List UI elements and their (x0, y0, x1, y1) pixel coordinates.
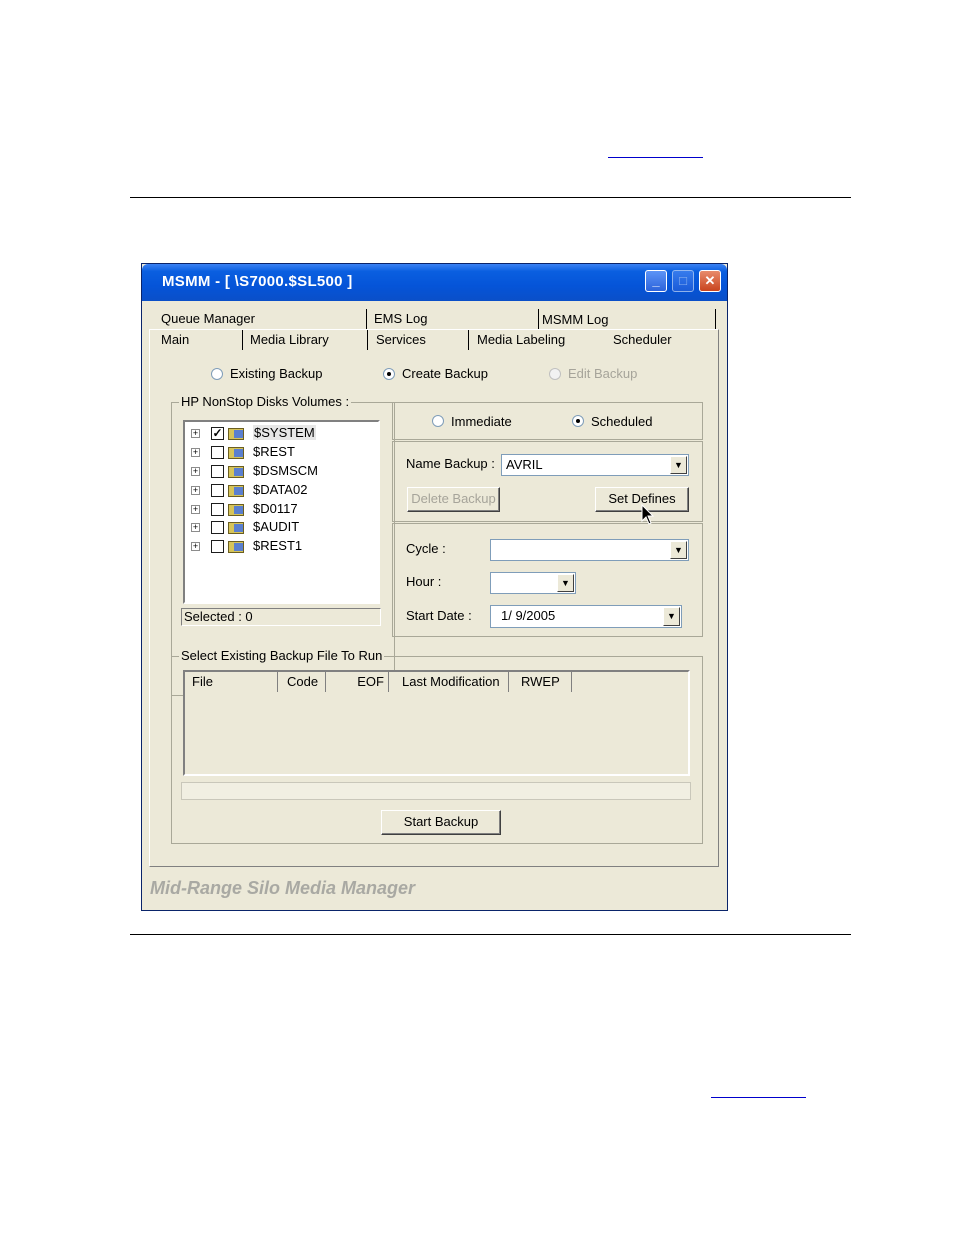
expand-icon[interactable]: + (191, 486, 200, 495)
disk-volume-icon (228, 522, 244, 534)
checkbox[interactable] (211, 521, 224, 534)
immediate-label: Immediate (451, 414, 512, 429)
volumes-group-title: HP NonStop Disks Volumes : (179, 394, 352, 409)
column-header-last-modification[interactable]: Last Modification (389, 672, 509, 692)
expand-icon[interactable]: + (191, 448, 200, 457)
name-backup-value: AVRIL (506, 457, 543, 472)
hour-combo[interactable]: ▼ (490, 572, 576, 594)
disk-volume-icon (228, 447, 244, 459)
tab-separator (715, 309, 716, 329)
checkbox[interactable] (211, 446, 224, 459)
tree-item-label: $SYSTEM (253, 425, 316, 440)
tree-item-label: $D0117 (253, 501, 298, 516)
tree-item-audit[interactable]: + $AUDIT (191, 519, 371, 537)
column-header-empty (572, 672, 688, 692)
tab-separator (366, 309, 367, 329)
disk-volume-icon (228, 504, 244, 516)
checkbox-checked[interactable]: ✓ (211, 427, 224, 440)
disk-volume-icon (228, 466, 244, 478)
start-date-value: 1/ 9/2005 (501, 608, 556, 623)
cycle-label: Cycle : (406, 541, 446, 556)
tree-item-label: $REST (253, 444, 295, 459)
title-bar[interactable]: MSMM - [ \S7000.$SL500 ] _ □ ✕ (142, 264, 727, 301)
window-title: MSMM - [ \S7000.$SL500 ] (162, 273, 353, 290)
volumes-tree[interactable]: + ✓ $SYSTEM + $REST + $DSMSCM + $DATA02 … (183, 420, 380, 604)
scheduled-label: Scheduled (591, 414, 653, 429)
dropdown-arrow-icon[interactable]: ▼ (670, 456, 687, 474)
app-footer-title: Mid-Range Silo Media Manager (150, 878, 416, 898)
expand-icon[interactable]: + (191, 523, 200, 532)
tree-item-system[interactable]: + ✓ $SYSTEM (191, 425, 371, 443)
hyperlink-underline-bottom[interactable] (711, 1097, 806, 1098)
tree-item-label: $DSMSCM (253, 463, 319, 478)
expand-icon[interactable]: + (191, 505, 200, 514)
name-backup-combo[interactable]: AVRIL ▼ (501, 454, 689, 476)
disk-volume-icon (228, 485, 244, 497)
expand-icon[interactable]: + (191, 467, 200, 476)
dropdown-arrow-icon[interactable]: ▼ (670, 541, 687, 559)
tree-item-d0117[interactable]: + $D0117 (191, 501, 371, 519)
existing-backup-radio[interactable] (211, 368, 223, 380)
expand-icon[interactable]: + (191, 429, 200, 438)
selected-count-status: Selected : 0 (181, 608, 381, 626)
immediate-radio[interactable] (432, 415, 444, 427)
hyperlink-underline-top[interactable] (608, 157, 703, 158)
edit-backup-label: Edit Backup (568, 366, 638, 381)
close-button[interactable]: ✕ (699, 270, 721, 292)
start-date-label: Start Date : (406, 608, 472, 623)
dropdown-arrow-icon[interactable]: ▼ (663, 607, 680, 626)
maximize-button[interactable]: □ (672, 270, 694, 292)
mouse-pointer-icon (641, 504, 655, 525)
column-header-rwep[interactable]: RWEP (509, 672, 572, 692)
existing-backup-label: Existing Backup (230, 366, 323, 381)
column-header-code[interactable]: Code (278, 672, 326, 692)
tree-item-dsmscm[interactable]: + $DSMSCM (191, 463, 371, 481)
create-backup-label: Create Backup (402, 366, 488, 381)
dropdown-arrow-icon[interactable]: ▼ (557, 574, 574, 592)
disk-volume-icon (228, 428, 244, 440)
checkbox[interactable] (211, 503, 224, 516)
minimize-button[interactable]: _ (645, 270, 667, 292)
tab-msmm-log[interactable]: MSMM Log (542, 312, 608, 327)
existing-files-group-title: Select Existing Backup File To Run (179, 648, 385, 663)
scheduled-radio[interactable] (572, 415, 584, 427)
cycle-combo[interactable]: ▼ (490, 539, 689, 561)
column-header-file[interactable]: File (185, 672, 278, 692)
tab-separator (538, 309, 539, 329)
divider-bottom (130, 934, 851, 935)
tree-item-label: $DATA02 (253, 482, 308, 497)
start-date-picker[interactable]: 1/ 9/2005 ▼ (490, 605, 682, 628)
tree-item-data02[interactable]: + $DATA02 (191, 482, 371, 500)
tree-item-rest1[interactable]: + $REST1 (191, 538, 371, 556)
create-backup-radio[interactable] (383, 368, 395, 380)
expand-icon[interactable]: + (191, 542, 200, 551)
list-body[interactable] (185, 692, 688, 774)
tree-item-rest[interactable]: + $REST (191, 444, 371, 462)
backup-files-list[interactable]: File Code EOF Last Modification RWEP (183, 670, 690, 776)
delete-backup-button: Delete Backup (407, 487, 500, 512)
hour-label: Hour : (406, 574, 442, 589)
disk-volume-icon (228, 541, 244, 553)
checkbox[interactable] (211, 465, 224, 478)
horizontal-scrollbar[interactable] (181, 782, 691, 800)
divider-top (130, 197, 851, 198)
checkbox[interactable] (211, 540, 224, 553)
name-backup-label: Name Backup : (406, 456, 495, 471)
tree-item-label: $AUDIT (253, 519, 300, 534)
msmm-window: MSMM - [ \S7000.$SL500 ] _ □ ✕ Queue Man… (141, 263, 728, 911)
tree-item-label: $REST1 (253, 538, 303, 553)
start-backup-button[interactable]: Start Backup (381, 810, 501, 835)
tab-queue-manager[interactable]: Queue Manager (161, 311, 255, 326)
checkbox[interactable] (211, 484, 224, 497)
edit-backup-radio (549, 368, 561, 380)
column-header-eof[interactable]: EOF (326, 672, 389, 692)
tab-ems-log[interactable]: EMS Log (374, 311, 427, 326)
scheduler-panel: Existing Backup Create Backup Edit Backu… (149, 329, 719, 867)
